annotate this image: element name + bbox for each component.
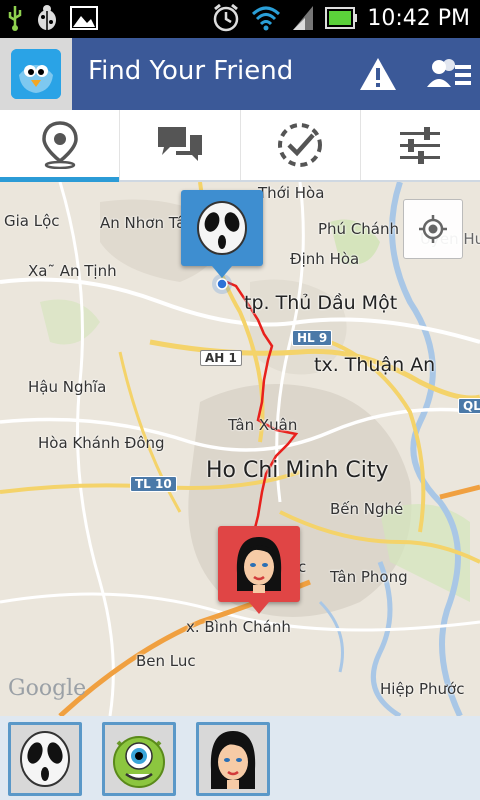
map-label-gia-loc: Gia Lộc xyxy=(4,212,60,230)
map-label-ben-luc: Ben Luc xyxy=(136,652,196,670)
friend-bar xyxy=(0,716,480,800)
map-label-xa-an-tinh: Xa˜ An Tịnh xyxy=(28,262,117,280)
app-title: Find Your Friend xyxy=(88,56,294,86)
road-shield-tl10: TL 10 xyxy=(130,476,177,492)
pin-tail-girl xyxy=(249,602,269,614)
girl-avatar xyxy=(236,537,282,593)
signal-icon xyxy=(293,6,314,30)
sliders-icon xyxy=(400,127,441,164)
alarm-clock-icon xyxy=(214,3,239,32)
map-label-ben-nghe: Bến Nghé xyxy=(330,500,404,518)
scream-mask-avatar xyxy=(20,731,70,787)
map-label-tan-phong: Tân Phong xyxy=(330,568,408,586)
map-label-tx-thuan-an: tx. Thuận An xyxy=(314,354,436,376)
twitter-bird-logo-icon xyxy=(11,49,61,99)
map-label-hiep-phuoc: Hiệp Phước xyxy=(380,680,465,698)
road-shield-ah1: AH 1 xyxy=(200,350,242,366)
girl-avatar xyxy=(210,731,256,789)
tab-check-in[interactable] xyxy=(241,110,361,180)
location-pin-icon xyxy=(41,121,78,169)
scream-mask-avatar xyxy=(197,201,247,255)
friend-avatar-monster[interactable] xyxy=(102,722,176,796)
status-time: 10:42 PM xyxy=(367,5,470,31)
warning-button[interactable] xyxy=(354,50,402,98)
green-monster-avatar xyxy=(113,736,165,788)
usb-icon xyxy=(8,6,22,31)
map-label-ho-chi-minh-city: Ho Chi Minh City xyxy=(206,458,389,483)
google-logo: Google xyxy=(8,676,87,701)
map-label-dinh-hoa: Định Hòa xyxy=(290,250,360,268)
chat-bubbles-icon xyxy=(157,127,202,161)
pin-tail-ghost xyxy=(212,266,232,278)
map-label-tan-xuan: Tân Xuân xyxy=(228,416,298,434)
my-location-button[interactable] xyxy=(403,199,463,259)
warning-icon xyxy=(360,58,396,90)
tab-bar xyxy=(0,110,480,182)
map-label-an-nhon-tay: An Nhơn Tâ xyxy=(100,214,186,232)
map-label-hau-nghia: Hậu Nghĩa xyxy=(28,378,107,396)
map-label-binh-chanh: x. Bình Chánh xyxy=(186,618,291,636)
battery-icon xyxy=(325,7,358,29)
status-bar: 10:42 PM xyxy=(0,0,480,38)
map-label-hoa-khanh-dong: Hòa Khánh Đông xyxy=(38,434,165,452)
tab-map[interactable] xyxy=(0,110,121,182)
tab-chat[interactable] xyxy=(120,110,241,180)
tab-settings[interactable] xyxy=(361,110,480,180)
friend-avatar-ghost[interactable] xyxy=(8,722,82,796)
wifi-icon xyxy=(252,6,281,31)
action-bar: Find Your Friend xyxy=(0,38,480,110)
road-shield-hl9: HL 9 xyxy=(292,330,333,346)
map-label-phu-chanh: Phú Chánh xyxy=(318,220,400,238)
friends-list-icon xyxy=(427,59,471,87)
map-view[interactable]: Thới Hòa Gia Lộc An Nhơn Tâ Phú Chánh Đị… xyxy=(0,182,480,716)
debug-bug-icon xyxy=(38,5,56,30)
friends-list-button[interactable] xyxy=(426,50,474,98)
dashed-check-icon xyxy=(278,123,323,167)
friend-avatar-girl[interactable] xyxy=(196,722,270,796)
friend-pin-ghost[interactable] xyxy=(181,190,263,266)
map-label-tp-thu-dau-mot: tp. Thủ Dầu Một xyxy=(244,292,398,314)
app-icon[interactable] xyxy=(0,38,72,110)
friend-pin-girl[interactable] xyxy=(218,526,300,602)
image-icon xyxy=(70,6,98,30)
map-label-thoi-hoa: Thới Hòa xyxy=(258,184,325,202)
road-shield-ql: QL xyxy=(458,398,480,414)
crosshair-icon xyxy=(419,215,447,243)
